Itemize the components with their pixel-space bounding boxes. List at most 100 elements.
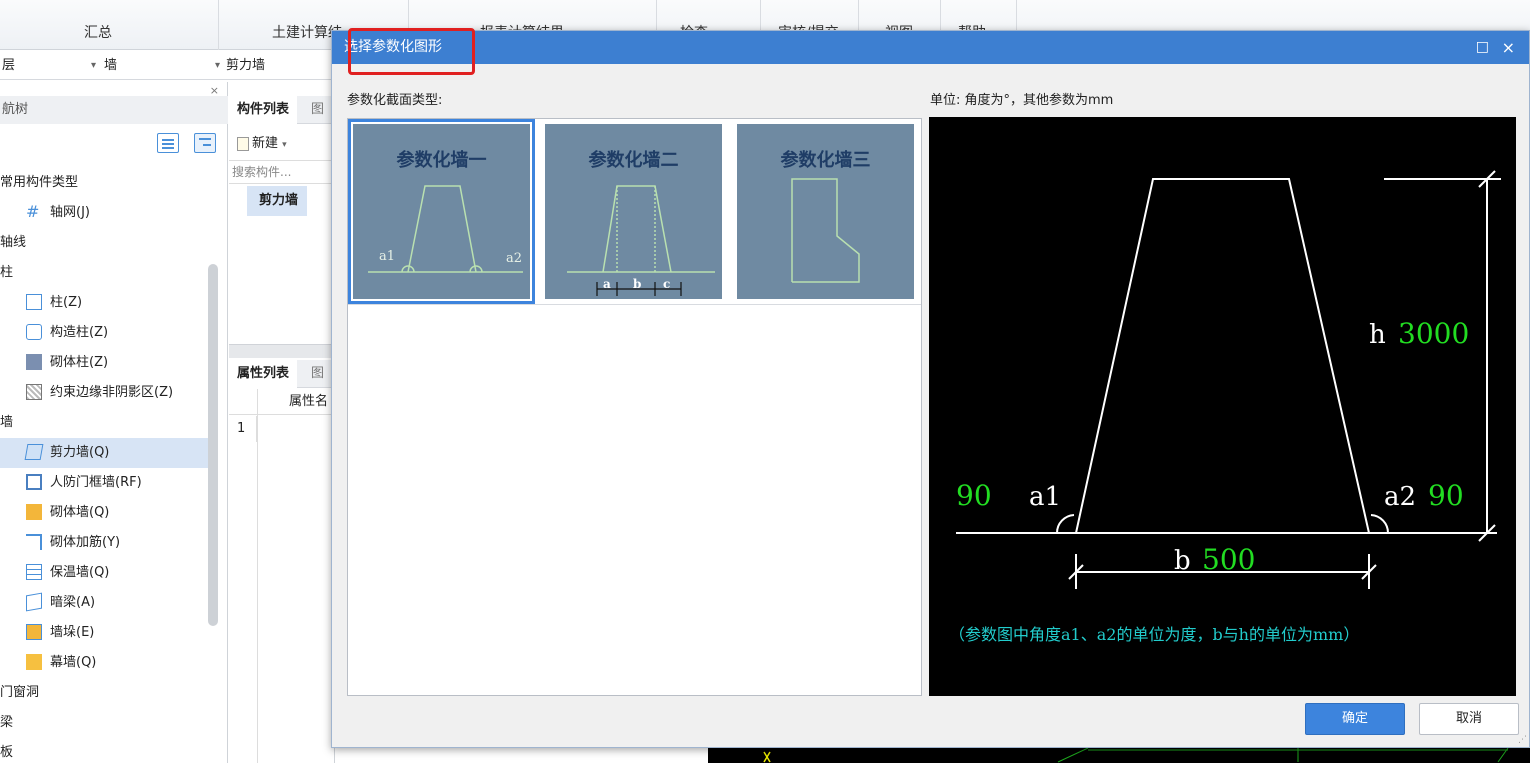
tree-item[interactable]: 墙垛(E) bbox=[0, 618, 210, 648]
floor-select[interactable]: 层 ▾ bbox=[0, 55, 96, 77]
tree-item-label: 门窗洞 bbox=[0, 685, 40, 700]
restraint-edge-icon bbox=[26, 383, 42, 400]
civil-defense-door-wall-icon bbox=[26, 473, 42, 490]
list-view-button[interactable] bbox=[157, 133, 179, 153]
cancel-button[interactable]: 取消 bbox=[1419, 703, 1519, 735]
constructional-column-icon bbox=[26, 323, 42, 340]
tree-category[interactable]: 梁 bbox=[0, 708, 210, 738]
tree-item-label: 轴网(J) bbox=[50, 205, 90, 220]
tree-category[interactable]: 轴线 bbox=[0, 228, 210, 258]
tree-item[interactable]: 保温墙(Q) bbox=[0, 558, 210, 588]
navigation-panel-title: 航树 bbox=[0, 96, 228, 124]
tree-item-label: 保温墙(Q) bbox=[50, 565, 110, 580]
tree-item-label: 约束边缘非阴影区(Z) bbox=[50, 385, 174, 400]
curtain-wall-icon bbox=[26, 653, 42, 670]
selector-row: 层 ▾ 墙 ▾ 剪力墙 bbox=[0, 52, 335, 80]
tab-properties[interactable]: 属性列表 bbox=[229, 360, 298, 388]
chevron-down-icon: ▾ bbox=[282, 140, 287, 150]
stepped-wall-diagram bbox=[791, 178, 860, 283]
tree-item[interactable]: 剪力墙(Q) bbox=[0, 438, 210, 468]
parametric-shape-list: 参数化墙一 a1 a2 参数化墙二 a b c 参数化墙三 bbox=[347, 118, 922, 696]
trapezoid-wall-abc-diagram: a b c bbox=[567, 185, 715, 296]
category-select-value: 墙 bbox=[104, 58, 118, 73]
parametric-wall-1-thumbnail[interactable]: 参数化墙一 a1 a2 bbox=[348, 119, 535, 304]
tree-category[interactable]: 板 bbox=[0, 738, 210, 768]
parametric-wall-2-thumbnail[interactable]: 参数化墙二 a b c bbox=[545, 124, 722, 299]
tree-item-label: 人防门框墙(RF) bbox=[50, 475, 142, 490]
tab-component-list[interactable]: 构件列表 bbox=[229, 96, 298, 124]
tree-item-label: 暗梁(A) bbox=[50, 595, 96, 610]
section-type-label: 参数化截面类型: bbox=[347, 93, 443, 108]
parametric-wall-3-thumbnail[interactable]: 参数化墙三 bbox=[737, 124, 914, 299]
property-name-header: 属性名 bbox=[229, 389, 335, 415]
row-number: 1 bbox=[229, 416, 257, 442]
h-value: 3000 bbox=[1398, 317, 1469, 350]
navigation-panel: × 航树 常用构件类型 # 轴网(J) 轴线柱柱(Z) 构造柱(Z) 砌体柱(Z) 约束边缘… bbox=[0, 82, 228, 763]
new-file-icon bbox=[237, 136, 249, 151]
wall-pier-icon bbox=[26, 623, 42, 640]
floor-select-value: 层 bbox=[2, 58, 16, 73]
tree-category[interactable]: 门窗洞 bbox=[0, 678, 210, 708]
chevron-down-icon: ▾ bbox=[90, 60, 96, 71]
tree-item-label: 梁 bbox=[0, 715, 14, 730]
c-label: c bbox=[663, 277, 670, 291]
tree-item[interactable]: 幕墙(Q) bbox=[0, 648, 210, 678]
tree-item-label: 砌体加筋(Y) bbox=[50, 535, 121, 550]
tab-properties-graphic[interactable]: 图 bbox=[311, 360, 324, 388]
tree-item-label: 柱(Z) bbox=[50, 295, 83, 310]
component-item-shear-wall[interactable]: 剪力墙 bbox=[247, 186, 307, 216]
new-component-label: 新建 bbox=[252, 136, 279, 151]
hidden-beam-icon bbox=[26, 592, 42, 611]
category-select[interactable]: 墙 ▾ bbox=[102, 55, 220, 77]
a2-label: a2 bbox=[506, 251, 522, 266]
unit-note: （参数图中角度a1、a2的单位为度，b与h的单位为mm） bbox=[949, 625, 1359, 644]
dialog-title-bar[interactable]: 选择参数化图形 bbox=[332, 31, 1529, 64]
tree-item-label: 柱 bbox=[0, 265, 14, 280]
resize-grip-icon[interactable]: ⋰ bbox=[1518, 735, 1527, 745]
a2-value: 90 bbox=[1428, 479, 1464, 512]
tree-item-label: 墙 bbox=[0, 415, 14, 430]
a1-label: a1 bbox=[1029, 482, 1061, 512]
drawing-canvas[interactable] bbox=[708, 748, 1530, 763]
grid-view-button[interactable] bbox=[194, 133, 216, 153]
tree-item-label: 板 bbox=[0, 745, 14, 760]
tree-scrollbar[interactable] bbox=[208, 264, 218, 626]
h-label: h bbox=[1369, 320, 1386, 350]
tree-category[interactable]: 柱 bbox=[0, 258, 210, 288]
component-list-header: 构件列表 图 bbox=[229, 96, 335, 124]
a1-value: 90 bbox=[956, 479, 992, 512]
tree-item[interactable]: 砌体加筋(Y) bbox=[0, 528, 210, 558]
tree-item[interactable]: 人防门框墙(RF) bbox=[0, 468, 210, 498]
a1-label: a1 bbox=[379, 249, 395, 264]
new-component-button[interactable]: 新建 ▾ bbox=[237, 132, 287, 151]
properties-header: 属性列表 图 bbox=[229, 360, 335, 388]
b-label: b bbox=[1174, 546, 1191, 576]
maximize-icon[interactable]: □ bbox=[1476, 31, 1489, 64]
type-select[interactable]: 剪力墙 bbox=[224, 55, 334, 77]
tree-item[interactable]: 砌体柱(Z) bbox=[0, 348, 210, 378]
tree-item[interactable]: 约束边缘非阴影区(Z) bbox=[0, 378, 210, 408]
tree-category[interactable]: 常用构件类型 bbox=[0, 168, 210, 198]
tab-component-graphic[interactable]: 图 bbox=[311, 96, 324, 124]
insulation-wall-icon bbox=[26, 563, 42, 580]
tree-item[interactable]: 构造柱(Z) bbox=[0, 318, 210, 348]
close-icon[interactable]: × bbox=[1502, 31, 1515, 64]
tree-item[interactable]: # 轴网(J) bbox=[0, 198, 210, 228]
shear-wall-icon bbox=[24, 443, 44, 460]
tree-item-label: 构造柱(Z) bbox=[50, 325, 109, 340]
tree-category[interactable]: 墙 bbox=[0, 408, 210, 438]
tree-item[interactable]: 柱(Z) bbox=[0, 288, 210, 318]
unit-label: 单位: 角度为°，其他参数为mm bbox=[930, 93, 1114, 108]
type-select-value: 剪力墙 bbox=[226, 58, 266, 73]
tree-item[interactable]: 暗梁(A) bbox=[0, 588, 210, 618]
component-list-panel: 构件列表 图 新建 ▾ 搜索构件... 剪力墙 属性列表 图 属性名 1 bbox=[229, 82, 335, 763]
component-tree: 常用构件类型 # 轴网(J) 轴线柱柱(Z) 构造柱(Z) 砌体柱(Z) 约束边缘非阴影区(… bbox=[0, 168, 210, 768]
chevron-down-icon: ▾ bbox=[214, 60, 220, 71]
tree-item-label: 砌体墙(Q) bbox=[50, 505, 110, 520]
ribbon-tab-summary[interactable]: 汇总 bbox=[84, 22, 112, 42]
component-search-input[interactable]: 搜索构件... bbox=[229, 160, 335, 184]
masonry-reinforcement-icon bbox=[26, 533, 42, 550]
b-label: b bbox=[633, 277, 641, 291]
tree-item[interactable]: 砌体墙(Q) bbox=[0, 498, 210, 528]
ok-button[interactable]: 确定 bbox=[1305, 703, 1405, 735]
